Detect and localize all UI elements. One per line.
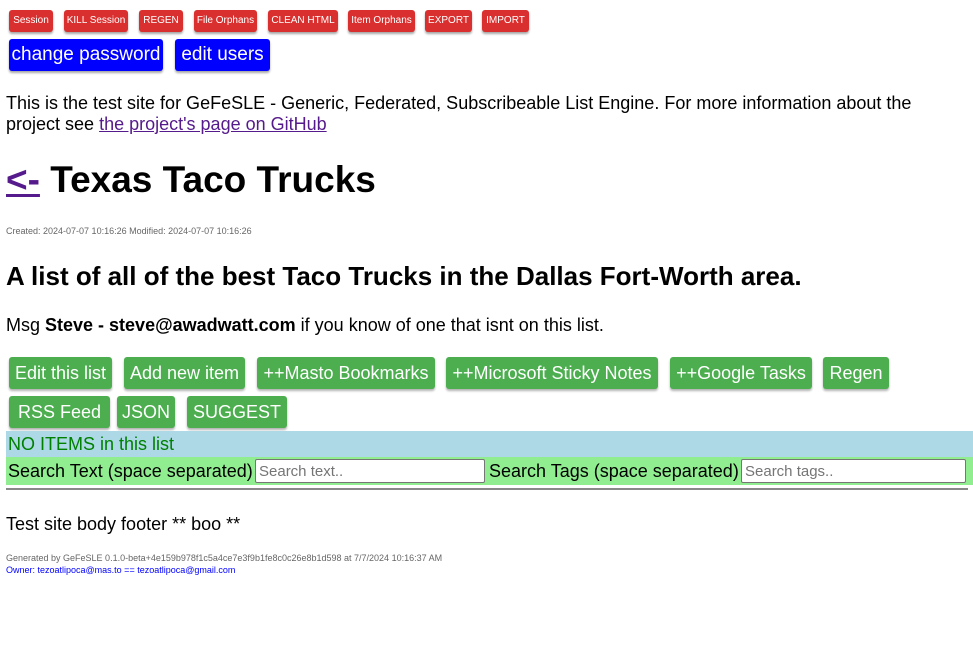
session-button[interactable]: Session bbox=[9, 10, 53, 32]
item-orphans-button[interactable]: Item Orphans bbox=[348, 10, 415, 32]
list-timestamps: Created: 2024-07-07 10:16:26 Modified: 2… bbox=[6, 226, 252, 236]
back-link[interactable]: <- bbox=[6, 159, 40, 200]
add-new-item-button[interactable]: Add new item bbox=[124, 357, 245, 389]
sticky-notes-button[interactable]: ++Microsoft Sticky Notes bbox=[446, 357, 658, 389]
rss-feed-button[interactable]: RSS Feed bbox=[9, 396, 110, 428]
regen-button[interactable]: Regen bbox=[823, 357, 889, 389]
list-title: Texas Taco Trucks bbox=[50, 159, 376, 200]
change-password-button[interactable]: change password bbox=[9, 39, 163, 71]
owner-line: Owner: tezoatlipoca@mas.to == tezoatlipo… bbox=[6, 565, 236, 575]
github-link[interactable]: the project's page on GitHub bbox=[99, 114, 327, 134]
suggest-button[interactable]: SUGGEST bbox=[187, 396, 287, 428]
search-text-input[interactable] bbox=[255, 459, 485, 483]
masto-bookmarks-button[interactable]: ++Masto Bookmarks bbox=[257, 357, 435, 389]
msg-prefix: Msg bbox=[6, 315, 46, 335]
edit-list-button[interactable]: Edit this list bbox=[9, 357, 112, 389]
search-bar: Search Text (space separated) Search Tag… bbox=[6, 457, 973, 485]
regen-admin-button[interactable]: REGEN bbox=[139, 10, 183, 32]
kill-session-button[interactable]: KILL Session bbox=[64, 10, 128, 32]
page-title: <- Texas Taco Trucks bbox=[6, 158, 376, 202]
edit-users-button[interactable]: edit users bbox=[175, 39, 270, 71]
export-button[interactable]: EXPORT bbox=[425, 10, 472, 32]
intro-paragraph: This is the test site for GeFeSLE - Gene… bbox=[6, 93, 966, 135]
import-button[interactable]: IMPORT bbox=[482, 10, 529, 32]
contact-message: Msg Steve - steve@awadwatt.com if you kn… bbox=[6, 315, 604, 336]
no-items-banner: NO ITEMS in this list bbox=[6, 431, 973, 457]
msg-suffix: if you know of one that isnt on this lis… bbox=[295, 315, 604, 335]
divider bbox=[6, 488, 968, 490]
msg-contact: Steve - steve@awadwatt.com bbox=[45, 315, 296, 335]
file-orphans-button[interactable]: File Orphans bbox=[194, 10, 257, 32]
clean-html-button[interactable]: CLEAN HTML bbox=[268, 10, 338, 32]
generated-by: Generated by GeFeSLE 0.1.0-beta+4e159b97… bbox=[6, 553, 443, 563]
search-tags-label: Search Tags (space separated) bbox=[489, 461, 739, 481]
json-button[interactable]: JSON bbox=[117, 396, 175, 428]
body-footer: Test site body footer ** boo ** bbox=[6, 514, 241, 534]
search-tags-input[interactable] bbox=[741, 459, 966, 483]
google-tasks-button[interactable]: ++Google Tasks bbox=[670, 357, 812, 389]
list-description: A list of all of the best Taco Trucks in… bbox=[6, 261, 802, 291]
search-text-label: Search Text (space separated) bbox=[8, 461, 253, 481]
